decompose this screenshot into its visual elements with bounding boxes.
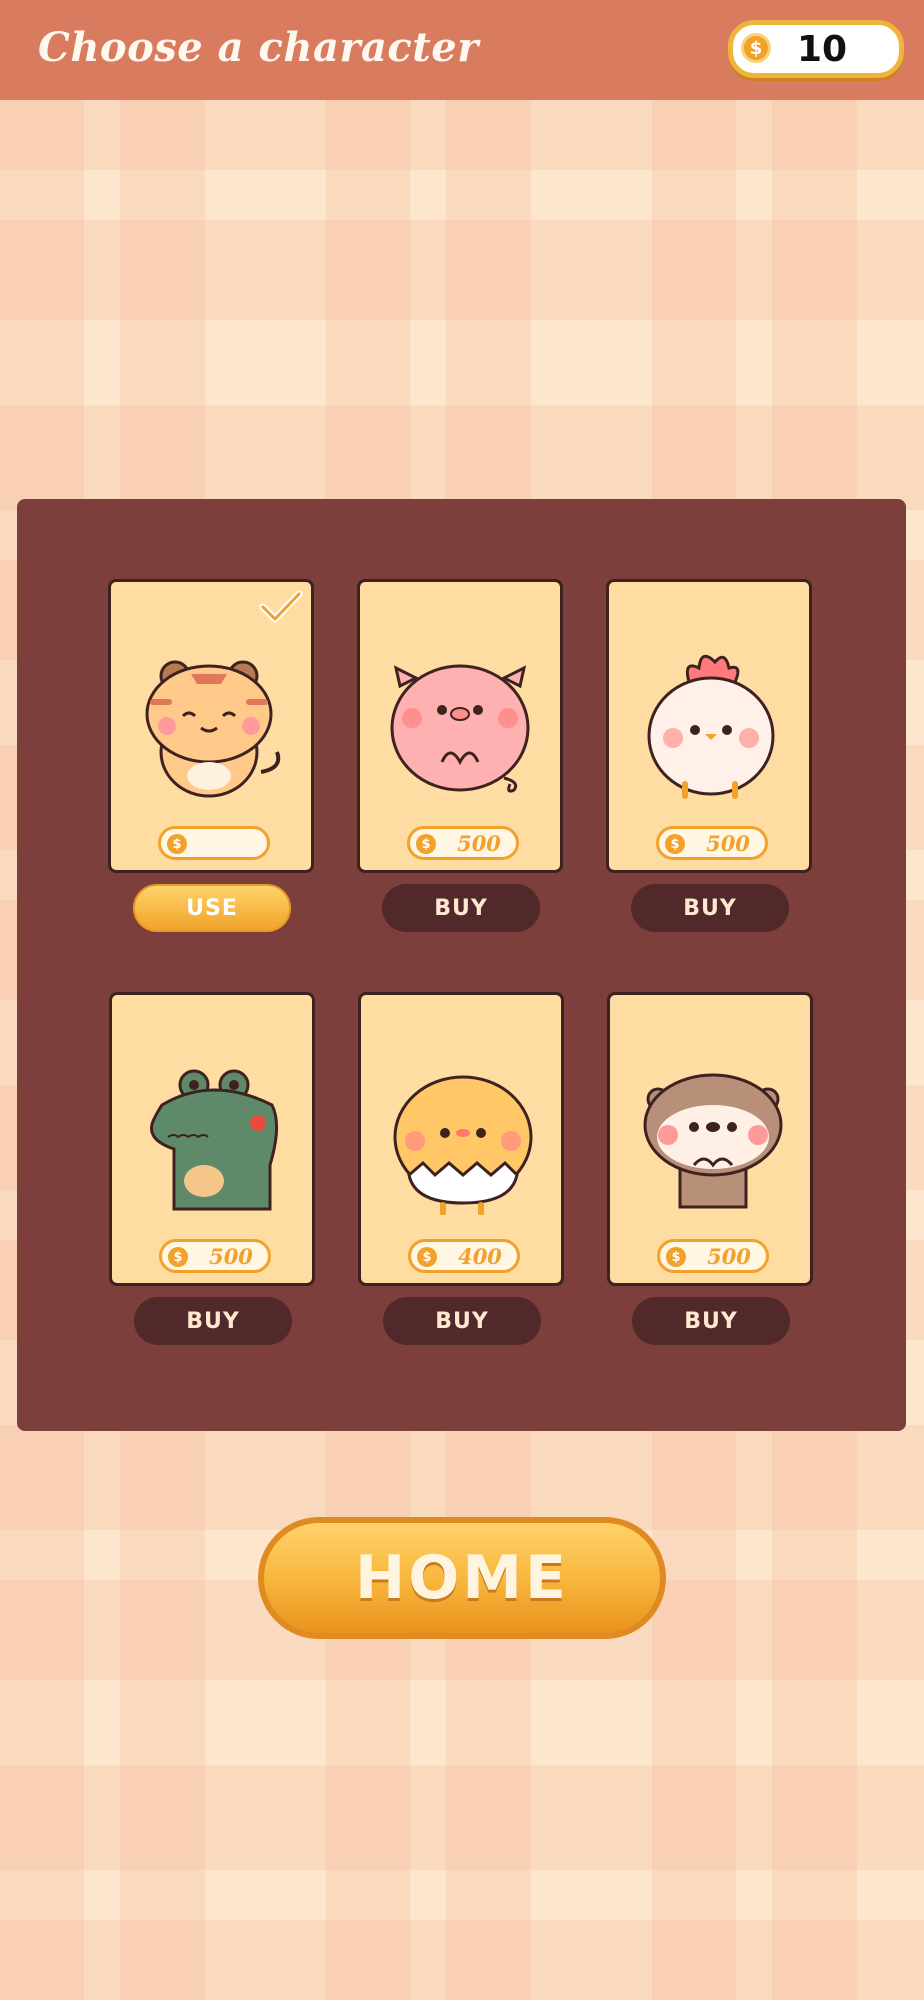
coin-icon: $: [416, 834, 436, 854]
price-value: 500: [706, 831, 750, 856]
coin-icon: $: [417, 1247, 437, 1267]
price-tag: $ 500: [159, 1239, 271, 1273]
coin-icon: $: [167, 834, 187, 854]
price-tag: $: [158, 826, 270, 860]
pig-icon: [390, 664, 530, 793]
coin-icon: $: [741, 33, 771, 63]
price-value: 500: [707, 1244, 751, 1269]
check-icon: [259, 590, 303, 623]
price-tag: $ 400: [408, 1239, 520, 1273]
tiger-icon: [145, 660, 281, 798]
price-value: 400: [458, 1244, 502, 1269]
chick-icon: [393, 1075, 533, 1215]
buy-button[interactable]: BUY: [382, 884, 540, 932]
price-value: 500: [457, 831, 501, 856]
buy-button[interactable]: BUY: [631, 884, 789, 932]
price-tag: $ 500: [657, 1239, 769, 1273]
character-card-otter[interactable]: $ 500: [607, 992, 813, 1286]
price-tag: $ 500: [656, 826, 768, 860]
chicken-icon: [647, 654, 775, 799]
coin-icon: $: [665, 834, 685, 854]
coin-balance: $ 10: [728, 20, 904, 78]
character-panel: $ USE $ 500 BUY $ 500 BUY $ 500 BUY $ 40…: [17, 499, 906, 1431]
crocodile-icon: [150, 1069, 278, 1211]
coin-icon: $: [168, 1247, 188, 1267]
buy-button[interactable]: BUY: [134, 1297, 292, 1345]
character-card-chick[interactable]: $ 400: [358, 992, 564, 1286]
header-bar: Choose a character $ 10: [0, 0, 924, 100]
otter-icon: [643, 1073, 783, 1209]
buy-button[interactable]: BUY: [383, 1297, 541, 1345]
price-value: 500: [209, 1244, 253, 1269]
character-card-chicken[interactable]: $ 500: [606, 579, 812, 873]
page-title: Choose a character: [38, 24, 479, 71]
price-tag: $ 500: [407, 826, 519, 860]
character-card-crocodile[interactable]: $ 500: [109, 992, 315, 1286]
buy-button[interactable]: BUY: [632, 1297, 790, 1345]
coin-count: 10: [797, 29, 848, 70]
character-card-tiger[interactable]: $: [108, 579, 314, 873]
home-button[interactable]: HOME: [258, 1517, 666, 1639]
coin-icon: $: [666, 1247, 686, 1267]
use-button[interactable]: USE: [133, 884, 291, 932]
character-card-pig[interactable]: $ 500: [357, 579, 563, 873]
